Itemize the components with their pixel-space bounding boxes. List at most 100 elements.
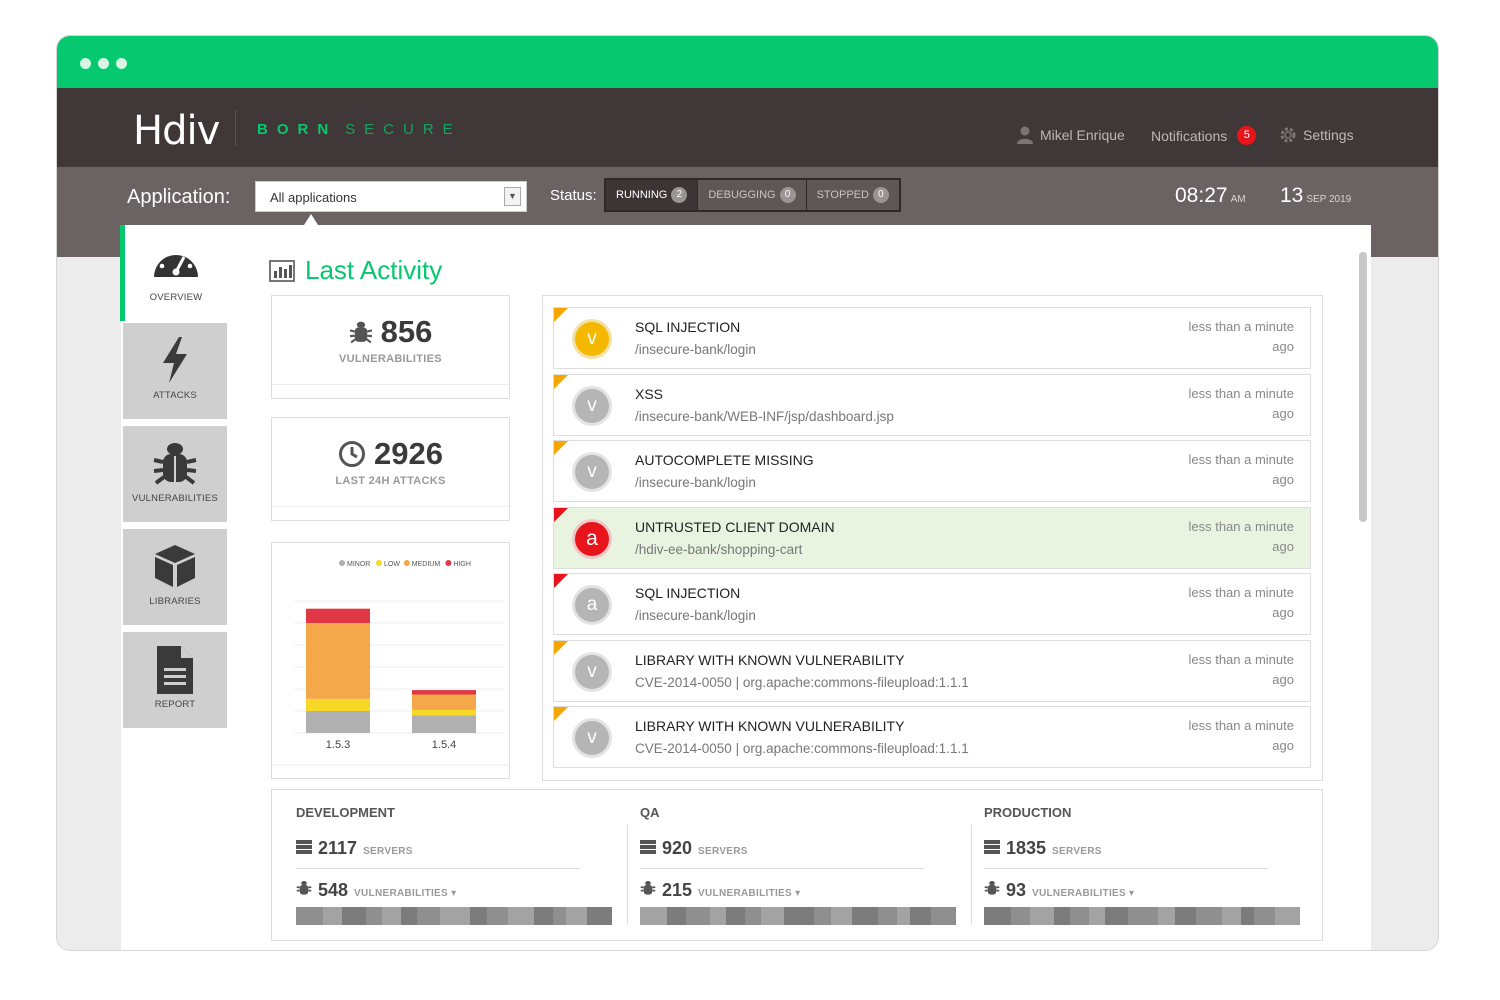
vulnerabilities-stat[interactable]: 93 VULNERABILITIES ▾ — [984, 880, 1134, 901]
vulnerabilities-count: 856 — [380, 314, 433, 349]
notifications-button[interactable]: Notifications 5 — [1151, 126, 1257, 145]
activity-item[interactable]: v LIBRARY WITH KNOWN VULNERABILITY CVE-201… — [553, 706, 1311, 768]
status-filter-group: RUNNING 2 DEBUGGING 0 STOPPED 0 — [604, 178, 901, 212]
status-stopped-button[interactable]: STOPPED 0 — [806, 180, 899, 210]
bar-segment — [565, 907, 587, 925]
vulnerabilities-dropdown[interactable]: VULNERABILITIES ▾ — [354, 888, 456, 899]
activity-path: /insecure-bank/login — [635, 475, 756, 490]
attacks-stat-card[interactable]: 2926 LAST 24H ATTACKS — [271, 417, 510, 521]
vulnerabilities-dropdown[interactable]: VULNERABILITIES ▾ — [1032, 888, 1134, 899]
bar-segment — [726, 907, 746, 925]
activity-time-line-1: less than a minute — [1188, 585, 1294, 600]
activity-item[interactable]: a SQL INJECTION/insecure-bank/login less t… — [553, 573, 1311, 635]
vulnerabilities-stat: 856 — [272, 314, 509, 350]
sidebar-item-overview[interactable]: OVERVIEW — [120, 225, 227, 321]
activity-path: /hdiv-ee-bank/shopping-cart — [635, 541, 803, 557]
vertical-scrollbar[interactable] — [1359, 252, 1367, 522]
vulnerabilities-stat[interactable]: 548 VULNERABILITIES ▾ — [296, 880, 456, 901]
card-footer-line — [272, 384, 509, 398]
activity-time-line-1: less than a minute — [1188, 385, 1294, 401]
chevron-down-icon[interactable]: ▼ — [504, 187, 521, 206]
sidebar-item-attacks[interactable]: ATTACKS — [123, 323, 227, 419]
bar-segment — [745, 907, 762, 925]
settings-button[interactable]: Settings — [1279, 126, 1354, 144]
servers-stat[interactable]: 1835 SERVERS — [984, 838, 1102, 859]
event-type-badge: v — [572, 718, 612, 758]
status-debugging-button[interactable]: DEBUGGING 0 — [698, 180, 807, 210]
vulnerabilities-stat[interactable]: 215 VULNERABILITIES ▾ — [640, 880, 800, 901]
bug-icon — [349, 321, 372, 344]
bar-segment — [1011, 907, 1031, 925]
activity-item[interactable]: a UNTRUSTED CLIENT DOMAIN/hdiv-ee-bank/sh… — [553, 506, 1311, 569]
status-running-button[interactable]: RUNNING 2 — [606, 180, 699, 210]
bar-segment — [878, 907, 897, 925]
document-icon — [157, 646, 193, 694]
bar-segment — [1195, 907, 1223, 925]
vulnerability-distribution-bar — [296, 907, 612, 925]
bar-segment — [830, 907, 852, 925]
user-menu[interactable]: Mikel Enrique — [1017, 126, 1125, 144]
event-type-badge: a — [572, 518, 612, 559]
bar-segment — [553, 907, 566, 925]
environment-name: DEVELOPMENT — [296, 805, 395, 820]
window-dot-icon[interactable] — [116, 58, 127, 69]
activity-path: /insecure-bank/login — [635, 342, 756, 357]
browser-window: Hdiv BORN SECURE Mikel Enrique Notificati… — [56, 35, 1439, 951]
environment-name: QA — [640, 805, 660, 820]
activity-title: AUTOCOMPLETE MISSING — [635, 452, 814, 468]
severity-corner-marker — [554, 507, 568, 522]
bar-segment — [1222, 907, 1241, 925]
bar-segment — [417, 907, 441, 925]
sidebar-item-vulnerabilities[interactable]: VULNERABILITIES — [123, 426, 227, 522]
logo-divider — [235, 110, 236, 146]
bar-segment — [686, 907, 710, 925]
sidebar-item-libraries[interactable]: LIBRARIES — [123, 529, 227, 625]
vulnerabilities-dropdown[interactable]: VULNERABILITIES ▾ — [698, 888, 800, 899]
activity-title: SQL INJECTION — [635, 585, 741, 601]
application-select[interactable]: All applications ▼ — [255, 181, 527, 212]
sidebar-item-label: ATTACKS — [153, 390, 197, 401]
bar-segment — [1241, 907, 1254, 925]
bar-segment — [813, 907, 831, 925]
bar-segment — [1274, 907, 1300, 925]
top-navigation-bar: Hdiv BORN SECURE Mikel Enrique Notificati… — [57, 88, 1438, 167]
window-dot-icon[interactable] — [80, 58, 91, 69]
status-running-count: 2 — [671, 187, 688, 203]
servers-label: SERVERS — [698, 846, 748, 857]
servers-stat[interactable]: 920 SERVERS — [640, 838, 748, 859]
activity-time-line-2: ago — [1272, 472, 1294, 487]
bar-segment — [709, 907, 727, 925]
activity-item[interactable]: v XSS/insecure-bank/WEB-INF/jsp/dashboard… — [553, 373, 1311, 436]
bar-segment — [486, 907, 508, 925]
sidebar-item-report[interactable]: REPORT — [123, 632, 227, 728]
server-icon — [984, 840, 1000, 854]
activity-time-line-1: less than a minute — [1188, 518, 1294, 534]
severity-corner-marker — [554, 707, 568, 721]
activity-item[interactable]: v AUTOCOMPLETE MISSING/insecure-bank/logi… — [553, 440, 1311, 502]
clock-month-year: SEP 2019 — [1306, 194, 1352, 205]
activity-time-line-2: ago — [1272, 538, 1294, 554]
legend-label: LOW — [384, 561, 400, 568]
legend-marker — [339, 560, 345, 566]
servers-count: 2117 — [318, 838, 358, 858]
gauge-icon — [154, 246, 198, 277]
bug-icon — [984, 881, 1000, 895]
activity-time: less than a minute ago — [1188, 583, 1294, 623]
bar-segment — [1253, 907, 1275, 925]
vulnerabilities-count: 548 — [318, 880, 349, 900]
activity-item[interactable]: v LIBRARY WITH KNOWN VULNERABILITY CVE-201… — [553, 639, 1311, 702]
bar-chart-icon — [269, 259, 295, 282]
bar-segment — [534, 907, 553, 925]
activity-time-line-1: less than a minute — [1188, 651, 1294, 667]
servers-label: SERVERS — [1052, 846, 1102, 857]
servers-stat[interactable]: 2117 SERVERS — [296, 838, 413, 859]
activity-time: less than a minute ago — [1188, 384, 1294, 424]
vulnerabilities-stat-card[interactable]: 856 VULNERABILITIES — [271, 295, 510, 399]
hdiv-logo[interactable]: Hdiv — [133, 108, 220, 154]
settings-label: Settings — [1303, 127, 1354, 143]
window-dot-icon[interactable] — [98, 58, 109, 69]
bar-segment — [1030, 907, 1054, 925]
attacks-stat: 2926 — [272, 436, 509, 472]
activity-time-line-2: ago — [1272, 671, 1294, 687]
activity-item[interactable]: v SQL INJECTION/insecure-bank/login less t… — [553, 307, 1311, 369]
